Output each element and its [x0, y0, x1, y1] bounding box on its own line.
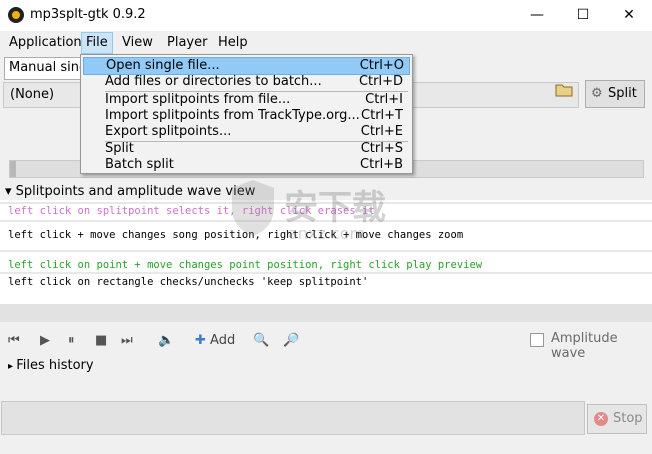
window-title: mp3splt-gtk 0.9.2	[30, 7, 146, 22]
menu-item-add-to-batch[interactable]: Add files or directories to batch... Ctr…	[83, 74, 408, 90]
find-silence-icon[interactable]: 🔎	[283, 332, 299, 350]
minimize-button[interactable]: —	[514, 0, 560, 31]
stripe	[0, 272, 652, 274]
menu-help[interactable]: Help	[214, 33, 252, 53]
menu-item-split[interactable]: Split Ctrl+S	[83, 141, 408, 157]
menu-item-shortcut: Ctrl+O	[359, 58, 404, 73]
play-icon[interactable]: ▶	[40, 332, 50, 350]
stop-icon[interactable]: ■	[95, 332, 107, 350]
add-splitpoint-button[interactable]: ✚ Add	[195, 332, 235, 350]
menu-item-label: Export splitpoints...	[105, 124, 232, 139]
split-button[interactable]: ⚙ Split	[585, 80, 645, 108]
menu-item-shortcut: Ctrl+B	[360, 157, 403, 172]
menu-item-export-splitpoints[interactable]: Export splitpoints... Ctrl+E	[83, 124, 408, 140]
maximize-button[interactable]: ☐	[560, 0, 606, 31]
files-history-expander[interactable]: ▸ Files history	[8, 358, 94, 373]
stop-button[interactable]: ✕ Stop	[587, 404, 647, 434]
menu-item-shortcut: Ctrl+I	[365, 92, 403, 107]
folder-icon[interactable]	[553, 83, 575, 105]
menu-item-label: Import splitpoints from TrackType.org...	[105, 108, 360, 123]
hint-line: left click on point + move changes point…	[8, 259, 483, 271]
close-button[interactable]: ✕	[606, 0, 652, 31]
expander-down-icon: ▾	[5, 184, 16, 199]
menu-item-shortcut: Ctrl+T	[361, 108, 403, 123]
app-icon	[8, 7, 24, 23]
wave-footer-band	[0, 304, 652, 322]
previous-icon[interactable]: ⏮	[8, 332, 20, 350]
menu-item-shortcut: Ctrl+E	[360, 124, 403, 139]
title-bar: mp3splt-gtk 0.9.2 — ☐ ✕	[0, 0, 652, 31]
add-label: Add	[210, 333, 236, 348]
watermark-text: 安下载	[284, 188, 386, 228]
menu-item-label: Import splitpoints from file...	[105, 92, 291, 107]
menu-item-batch-split[interactable]: Batch split Ctrl+B	[83, 157, 408, 173]
zoom-icon[interactable]: 🔍	[253, 332, 269, 350]
file-menu-dropdown: Open single file... Ctrl+O Add files or …	[80, 54, 413, 174]
file-value: (None)	[10, 87, 55, 102]
menu-view[interactable]: View	[118, 33, 157, 53]
menu-item-label: Open single file...	[106, 58, 220, 73]
menu-item-label: Split	[105, 141, 134, 156]
amplitude-wave-checkbox[interactable]	[530, 333, 544, 347]
mute-icon[interactable]: 🔈	[158, 332, 174, 350]
wave-view-title: Splitpoints and amplitude wave view	[15, 184, 256, 199]
expander-right-icon: ▸	[8, 361, 17, 372]
menu-bar: Application File View Player Help	[0, 31, 652, 55]
plus-icon: ✚	[195, 333, 206, 348]
hint-line: left click on rectangle checks/unchecks …	[8, 276, 369, 288]
menu-item-open-single-file[interactable]: Open single file... Ctrl+O	[83, 57, 410, 75]
watermark-sub: anxz.com	[288, 224, 366, 243]
menu-item-import-tracktype[interactable]: Import splitpoints from TrackType.org...…	[83, 108, 408, 124]
amplitude-wave-label: Amplitude wave	[551, 331, 618, 361]
files-history-label: Files history	[16, 358, 94, 373]
gear-icon: ⚙	[591, 86, 603, 101]
wave-view-expander[interactable]: ▾ Splitpoints and amplitude wave view	[5, 184, 255, 199]
split-mode-select[interactable]: Manual single file split	[4, 57, 90, 80]
menu-application[interactable]: Application	[5, 33, 86, 53]
slider-handle[interactable]	[10, 161, 16, 177]
menu-item-label: Batch split	[105, 157, 174, 172]
menu-item-import-from-file[interactable]: Import splitpoints from file... Ctrl+I	[83, 92, 408, 108]
pause-icon[interactable]: ⏸	[68, 332, 75, 350]
status-bar	[1, 401, 585, 435]
menu-item-shortcut: Ctrl+D	[358, 74, 403, 89]
menu-item-label: Add files or directories to batch...	[105, 74, 322, 89]
split-label: Split	[608, 86, 637, 101]
stop-circle-icon: ✕	[594, 412, 608, 426]
watermark: 安下载 anxz.com	[228, 178, 438, 258]
menu-item-shortcut: Ctrl+S	[360, 141, 403, 156]
menu-player[interactable]: Player	[163, 33, 211, 53]
stop-label: Stop	[613, 411, 643, 426]
next-icon[interactable]: ⏭	[121, 332, 133, 350]
menu-file[interactable]: File	[81, 32, 113, 54]
